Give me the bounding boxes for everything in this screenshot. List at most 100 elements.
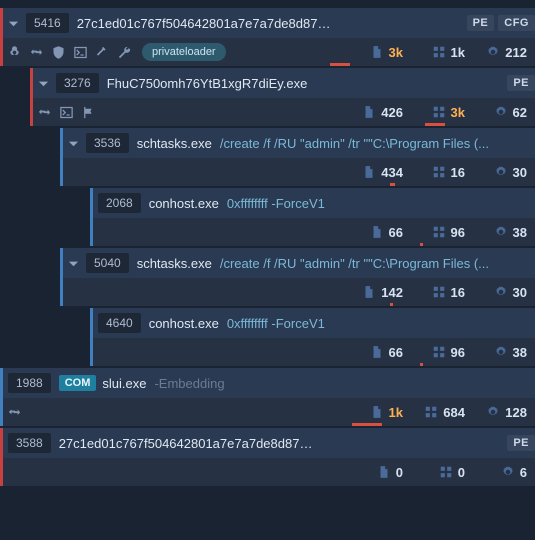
stat-value: 3k [389,45,403,60]
modules-icon [431,224,447,240]
stat-modules[interactable]: 16 [415,284,465,300]
process-name[interactable]: schtasks.exe [137,136,212,151]
stat-files[interactable]: 3k [353,44,403,60]
terminal-icon[interactable] [58,104,74,120]
stat-reg[interactable]: 6 [477,464,527,480]
stat-reg[interactable]: 212 [477,44,527,60]
stat-value: 38 [513,345,527,360]
process-name[interactable]: conhost.exe [149,196,219,211]
modules-icon [431,164,447,180]
stat-files[interactable]: 0 [353,464,403,480]
registry-icon [485,44,501,60]
modules-icon [431,284,447,300]
format-badge: PE [507,435,535,451]
process-args: 0xffffffff -ForceV1 [227,196,535,211]
registry-icon [493,164,509,180]
stat-value: 1k [451,45,465,60]
stat-modules[interactable]: 0 [415,464,465,480]
stat-value: 16 [451,285,465,300]
stat-reg[interactable]: 38 [477,344,527,360]
wrench-icon[interactable] [116,44,132,60]
modules-icon [431,44,447,60]
stat-value: 142 [381,285,403,300]
process-pid: 5416 [26,13,69,33]
process-pid: 3588 [8,433,51,453]
stat-value: 0 [458,465,465,480]
modules-icon [438,464,454,480]
stat-value: 212 [505,45,527,60]
file-icon [361,164,377,180]
stat-modules[interactable]: 3k [415,104,465,120]
stat-files[interactable]: 434 [353,164,403,180]
stat-modules[interactable]: 96 [415,224,465,240]
format-badge: PE [507,75,535,91]
transfer-icon[interactable] [28,44,44,60]
tree-toggle[interactable] [4,14,22,32]
modules-icon [423,404,439,420]
flag-icon[interactable] [80,104,96,120]
stat-value: 434 [381,165,403,180]
process-pid: 3276 [56,73,99,93]
registry-icon [493,224,509,240]
tree-toggle[interactable] [64,134,82,152]
process-name[interactable]: FhuC750omh76YtB1xgR7diEy.exe [107,76,308,91]
process-pid: 2068 [98,193,141,213]
stat-files[interactable]: 142 [353,284,403,300]
transfer-icon[interactable] [36,104,52,120]
stat-files[interactable]: 1k [353,404,403,420]
file-icon [376,464,392,480]
stat-modules[interactable]: 16 [415,164,465,180]
process-args: 0xffffffff -ForceV1 [227,316,535,331]
shield-icon[interactable] [50,44,66,60]
threat-tag[interactable]: privateloader [142,43,226,61]
stat-value: 426 [381,105,403,120]
stat-value: 66 [389,225,403,240]
format-badge: CFG [498,15,535,31]
stat-modules[interactable]: 1k [415,44,465,60]
format-badge: PE [467,15,495,31]
stat-value: 128 [505,405,527,420]
stat-value: 96 [451,225,465,240]
stat-value: 62 [513,105,527,120]
file-icon [369,344,385,360]
file-icon [369,404,385,420]
process-args: -Embedding [154,376,535,391]
stat-reg[interactable]: 30 [477,164,527,180]
stat-files[interactable]: 66 [353,344,403,360]
hammer-icon[interactable] [94,44,110,60]
registry-icon [493,344,509,360]
file-icon [369,224,385,240]
stat-modules[interactable]: 684 [415,404,465,420]
stat-value: 38 [513,225,527,240]
process-name[interactable]: 27c1ed01c767f504642801a7e7a7de8d87dbc87d… [77,16,337,31]
stat-value: 0 [396,465,403,480]
process-pid: 5040 [86,253,129,273]
stat-value: 16 [451,165,465,180]
transfer-icon[interactable] [6,404,22,420]
stat-reg[interactable]: 30 [477,284,527,300]
stat-reg[interactable]: 128 [477,404,527,420]
stat-value: 684 [443,405,465,420]
process-name[interactable]: schtasks.exe [137,256,212,271]
process-name[interactable]: 27c1ed01c767f504642801a7e7a7de8d87dbc87d… [59,436,319,451]
process-name[interactable]: slui.exe [102,376,146,391]
modules-icon [431,104,447,120]
biohazard-icon[interactable] [6,44,22,60]
stat-files[interactable]: 66 [353,224,403,240]
stat-value: 3k [451,105,465,120]
registry-icon [493,284,509,300]
process-pid: 3536 [86,133,129,153]
stat-reg[interactable]: 38 [477,224,527,240]
stat-modules[interactable]: 96 [415,344,465,360]
process-name[interactable]: conhost.exe [149,316,219,331]
stat-value: 6 [520,465,527,480]
modules-icon [431,344,447,360]
tree-toggle[interactable] [34,74,52,92]
stat-reg[interactable]: 62 [477,104,527,120]
terminal-icon[interactable] [72,44,88,60]
process-args: /create /f /RU "admin" /tr ""C:\Program … [220,256,535,271]
stat-value: 66 [389,345,403,360]
tree-toggle[interactable] [64,254,82,272]
registry-icon [493,104,509,120]
stat-files[interactable]: 426 [353,104,403,120]
